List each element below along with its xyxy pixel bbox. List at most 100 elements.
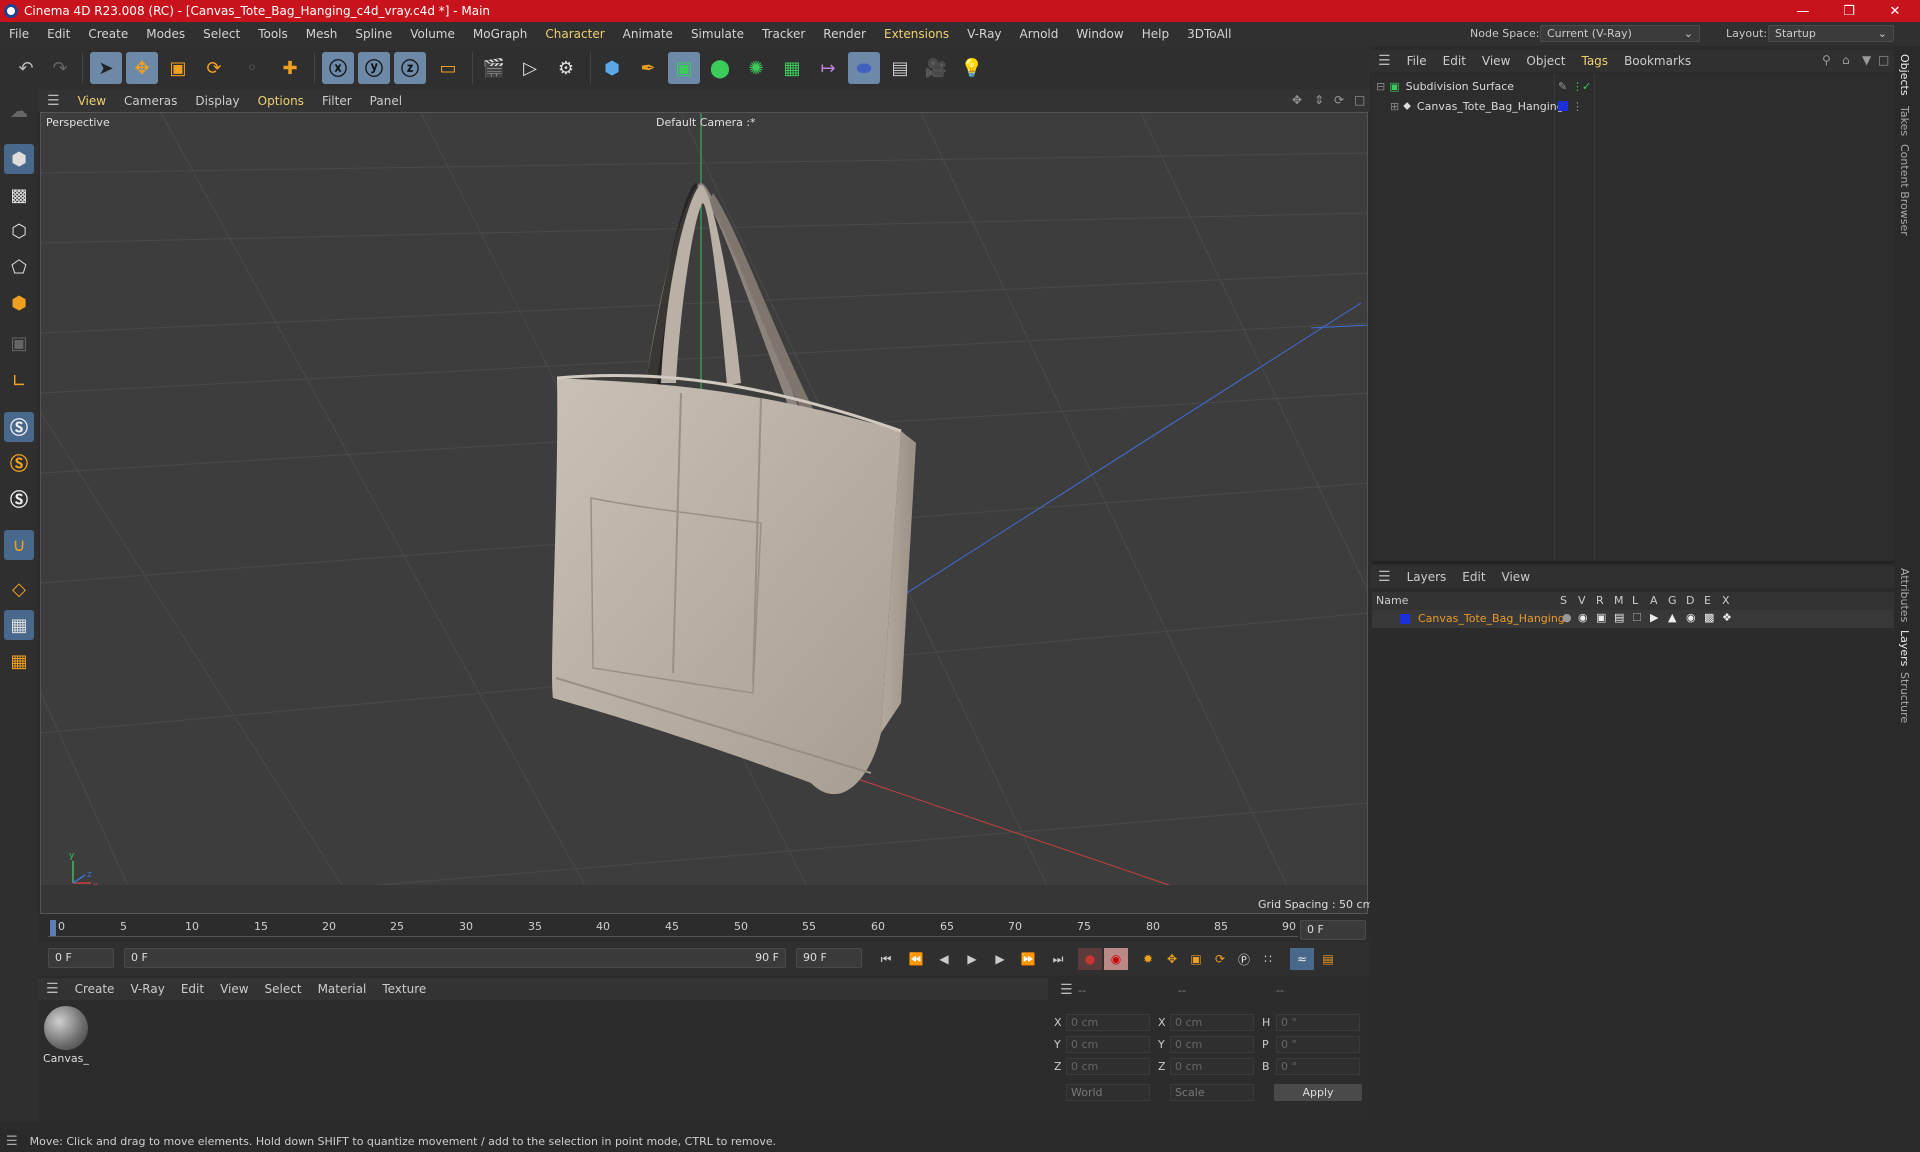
tab-objects[interactable]: Objects: [1898, 54, 1911, 96]
menu-tracker[interactable]: Tracker: [753, 27, 814, 41]
layer-menu-view[interactable]: View: [1494, 570, 1538, 584]
keyframe-selection-icon[interactable]: ✹: [1136, 948, 1160, 970]
viewport-menu-cameras[interactable]: Cameras: [115, 94, 186, 108]
object-name[interactable]: Subdivision Surface: [1406, 80, 1514, 93]
minimize-icon[interactable]: —: [1780, 0, 1826, 22]
redo-icon[interactable]: ↷: [44, 52, 76, 84]
tab-structure[interactable]: Structure: [1898, 672, 1911, 723]
menu-window[interactable]: Window: [1067, 27, 1132, 41]
menu-mesh[interactable]: Mesh: [297, 27, 347, 41]
polygons-mode-icon[interactable]: ⬢: [4, 288, 34, 318]
key-rotation-icon[interactable]: ⟳: [1208, 948, 1232, 970]
undo-icon[interactable]: ↶: [10, 52, 42, 84]
pen-spline-icon[interactable]: ✒: [632, 52, 664, 84]
3d-viewport[interactable]: y x z: [40, 112, 1368, 914]
tab-takes[interactable]: Takes: [1898, 106, 1911, 136]
xref-icon[interactable]: ❖: [1722, 611, 1732, 624]
expand-icon[interactable]: ⊞: [1390, 100, 1399, 113]
mograph-cloner-icon[interactable]: ✺: [740, 52, 772, 84]
menu-create[interactable]: Create: [79, 27, 137, 41]
viewport-menu-view[interactable]: View: [69, 94, 115, 108]
viewport-menu-options[interactable]: Options: [249, 94, 313, 108]
object-row-subdivision[interactable]: ⊟ ▣ Subdivision Surface ✎ ⋮ ✓: [1372, 76, 1892, 96]
hamburger-icon[interactable]: ☰: [6, 1134, 18, 1149]
model-mode-icon[interactable]: ☁: [4, 96, 34, 126]
auto-keying-icon[interactable]: ◉: [1104, 948, 1128, 970]
deformer-icon[interactable]: ◉: [1686, 611, 1696, 624]
filter-icon[interactable]: ▼: [1862, 53, 1871, 67]
record-keys-icon[interactable]: ●: [1078, 948, 1102, 970]
layer-color-swatch[interactable]: [1400, 614, 1410, 624]
material-menu-create[interactable]: Create: [67, 982, 123, 996]
previous-frame-icon[interactable]: ◀: [932, 948, 956, 970]
menu-tools[interactable]: Tools: [249, 27, 297, 41]
timeline-window-icon[interactable]: ▤: [1316, 948, 1340, 970]
locked-workplane-icon[interactable]: ▦: [4, 646, 34, 676]
cube-icon[interactable]: ⬢: [596, 52, 628, 84]
rotation-p-field[interactable]: 0 °: [1276, 1036, 1360, 1053]
points-mode-icon[interactable]: ⬡: [4, 216, 34, 246]
layout-dropdown[interactable]: Startup ⌄: [1768, 25, 1894, 42]
viewport-move-icon[interactable]: ✥: [1292, 93, 1302, 107]
end-frame-field[interactable]: 90 F: [796, 948, 862, 968]
magnet-icon[interactable]: ∪: [4, 530, 34, 560]
object-row-tote-bag[interactable]: ⊞ ⬥ Canvas_Tote_Bag_Hanging ⋮: [1372, 96, 1892, 116]
material-thumbnail[interactable]: [44, 1006, 88, 1050]
coordinate-space-dropdown[interactable]: World: [1066, 1084, 1150, 1101]
scale-tool-icon[interactable]: ▣: [162, 52, 194, 84]
hamburger-icon[interactable]: ☰: [1060, 982, 1073, 998]
snap-settings-icon[interactable]: Ⓢ: [4, 448, 34, 478]
material-name[interactable]: Canvas_: [43, 1052, 89, 1065]
object-menu-edit[interactable]: Edit: [1435, 54, 1474, 68]
grid-icon[interactable]: ▦: [4, 610, 34, 640]
workplane-icon[interactable]: ◇: [4, 574, 34, 604]
menu-arnold[interactable]: Arnold: [1011, 27, 1068, 41]
size-y-field[interactable]: 0 cm: [1170, 1036, 1254, 1053]
menu-file[interactable]: File: [0, 27, 38, 41]
object-menu-view[interactable]: View: [1474, 54, 1518, 68]
create-tool-icon[interactable]: ✚: [274, 52, 306, 84]
edit-checkbox-icon[interactable]: ✎: [1558, 80, 1567, 93]
material-menu-select[interactable]: Select: [257, 982, 310, 996]
previous-key-icon[interactable]: ⏪: [904, 948, 928, 970]
field-icon[interactable]: ⬬: [848, 52, 880, 84]
object-menu-object[interactable]: Object: [1518, 54, 1573, 68]
texture-mode-icon[interactable]: ▩: [4, 180, 34, 210]
snap-options-icon[interactable]: Ⓢ: [4, 484, 34, 514]
hamburger-icon[interactable]: ☰: [38, 981, 67, 997]
material-menu-view[interactable]: View: [212, 982, 256, 996]
position-y-field[interactable]: 0 cm: [1066, 1036, 1150, 1053]
enabled-check-icon[interactable]: ✓: [1582, 80, 1591, 93]
start-frame-field[interactable]: 0 F: [48, 948, 114, 968]
hamburger-icon[interactable]: ☰: [1370, 53, 1399, 69]
menu-vray[interactable]: V-Ray: [958, 27, 1010, 41]
solo-icon[interactable]: ●: [1562, 611, 1572, 624]
viewport-menu-filter[interactable]: Filter: [313, 94, 361, 108]
menu-edit[interactable]: Edit: [38, 27, 79, 41]
close-icon[interactable]: ✕: [1872, 0, 1918, 22]
snap-icon[interactable]: Ⓢ: [4, 412, 34, 442]
coordinate-system-icon[interactable]: ▭: [432, 52, 464, 84]
hamburger-icon[interactable]: ☰: [38, 93, 69, 109]
size-x-field[interactable]: 0 cm: [1170, 1014, 1254, 1031]
array-icon[interactable]: ▦: [776, 52, 808, 84]
rotate-tool-icon[interactable]: ⟳: [198, 52, 230, 84]
material-menu-texture[interactable]: Texture: [374, 982, 434, 996]
tab-layers[interactable]: Layers: [1898, 630, 1911, 666]
move-tool-icon[interactable]: ✥: [126, 52, 158, 84]
next-key-icon[interactable]: ⏩: [1016, 948, 1040, 970]
key-position-icon[interactable]: ✥: [1160, 948, 1184, 970]
object-name[interactable]: Canvas_Tote_Bag_Hanging: [1417, 100, 1564, 113]
position-x-field[interactable]: 0 cm: [1066, 1014, 1150, 1031]
layer-color-swatch[interactable]: [1558, 101, 1568, 111]
key-scale-icon[interactable]: ▣: [1184, 948, 1208, 970]
viewport-menu-panel[interactable]: Panel: [361, 94, 411, 108]
frame-range-slider[interactable]: 0 F 90 F: [124, 948, 786, 968]
object-menu-tags[interactable]: Tags: [1573, 54, 1616, 68]
axis-mode-icon[interactable]: ∟: [4, 366, 34, 396]
next-frame-icon[interactable]: ▶: [988, 948, 1012, 970]
tote-bag-model[interactable]: [552, 183, 916, 795]
viewport-camera-label[interactable]: Default Camera :*: [656, 116, 756, 129]
material-menu-edit[interactable]: Edit: [173, 982, 212, 996]
playhead[interactable]: [50, 920, 56, 936]
